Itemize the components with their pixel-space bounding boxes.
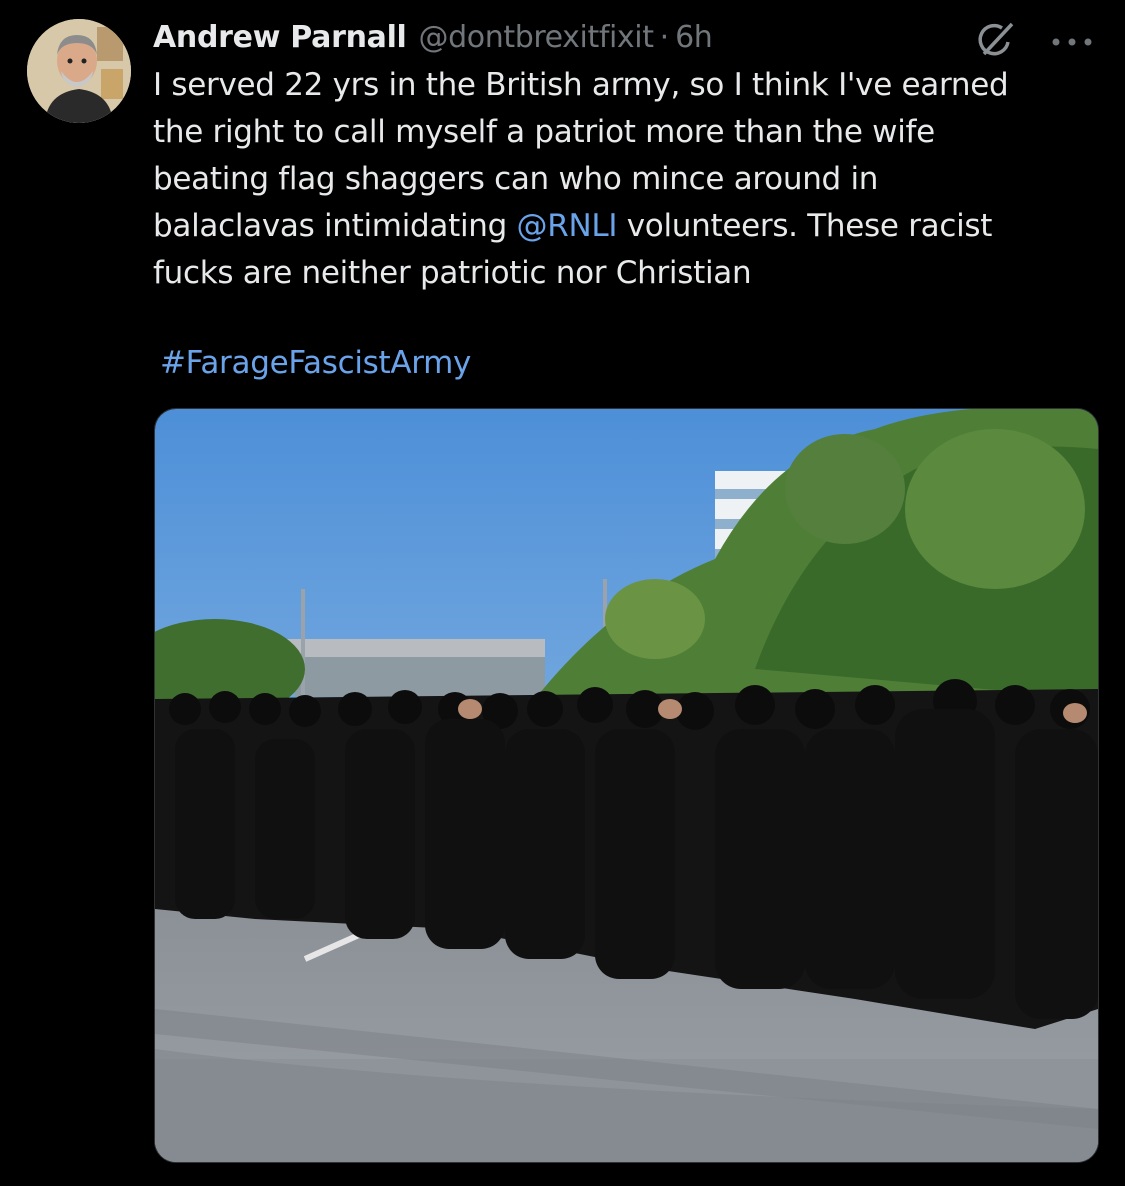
- author-handle[interactable]: @dontbrexitfixit: [419, 20, 654, 55]
- tweet-text: I served 22 yrs in the British army, so …: [153, 62, 1093, 297]
- header-separator: ·: [659, 19, 670, 55]
- avatar[interactable]: [27, 19, 131, 123]
- tweet-media[interactable]: [154, 408, 1099, 1163]
- media-photo: [155, 409, 1098, 1162]
- author-display-name[interactable]: Andrew Parnall: [153, 20, 407, 55]
- hashtag-link[interactable]: #FarageFascistArmy: [160, 345, 471, 381]
- avatar-image: [27, 19, 131, 123]
- tweet-header: Andrew Parnall @dontbrexitfixit · 6h: [153, 14, 713, 60]
- mention-link[interactable]: @RNLI: [517, 208, 618, 244]
- grok-icon[interactable]: [972, 20, 1018, 60]
- hashtag-line: #FarageFascistArmy: [160, 340, 471, 387]
- post-timestamp[interactable]: 6h: [675, 20, 713, 55]
- more-options-icon[interactable]: [1050, 33, 1094, 46]
